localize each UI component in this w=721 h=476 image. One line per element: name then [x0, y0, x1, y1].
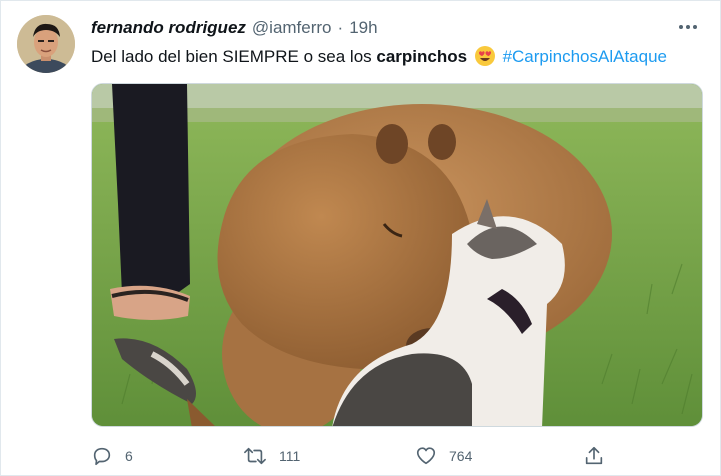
retweet-button[interactable]: 111 — [243, 441, 300, 471]
tweet-media-photo[interactable] — [91, 83, 703, 427]
user-handle[interactable]: @iamferro — [252, 18, 332, 38]
reply-button[interactable]: 6 — [91, 441, 133, 471]
heart-eyes-emoji-icon — [474, 45, 496, 73]
timestamp[interactable]: 19h — [349, 18, 377, 38]
tweet-text-plain: Del lado del bien SIEMPRE o sea los — [91, 47, 372, 66]
retweet-count: 111 — [279, 448, 301, 464]
share-icon — [585, 446, 603, 465]
share-button[interactable] — [583, 441, 605, 471]
tweet-card[interactable]: fernando rodriguez @iamferro · 19h Del l… — [0, 0, 721, 476]
like-button[interactable]: 764 — [415, 441, 472, 471]
tweet-actions: 6 111 764 — [91, 441, 703, 471]
tweet-header: fernando rodriguez @iamferro · 19h — [91, 18, 378, 38]
more-icon — [679, 25, 697, 29]
display-name[interactable]: fernando rodriguez — [91, 18, 246, 38]
heart-icon — [416, 447, 436, 465]
more-options-button[interactable] — [674, 15, 702, 39]
retweet-icon — [244, 447, 266, 465]
avatar[interactable] — [17, 15, 75, 73]
tweet-text-bold: carpinchos — [376, 47, 468, 66]
hashtag-link[interactable]: #CarpinchosAlAtaque — [503, 47, 667, 66]
separator-dot: · — [337, 18, 344, 37]
reply-count: 6 — [125, 448, 133, 464]
reply-icon — [93, 447, 111, 466]
like-count: 764 — [449, 448, 473, 464]
tweet-text: Del lado del bien SIEMPRE o sea los carp… — [91, 45, 667, 73]
